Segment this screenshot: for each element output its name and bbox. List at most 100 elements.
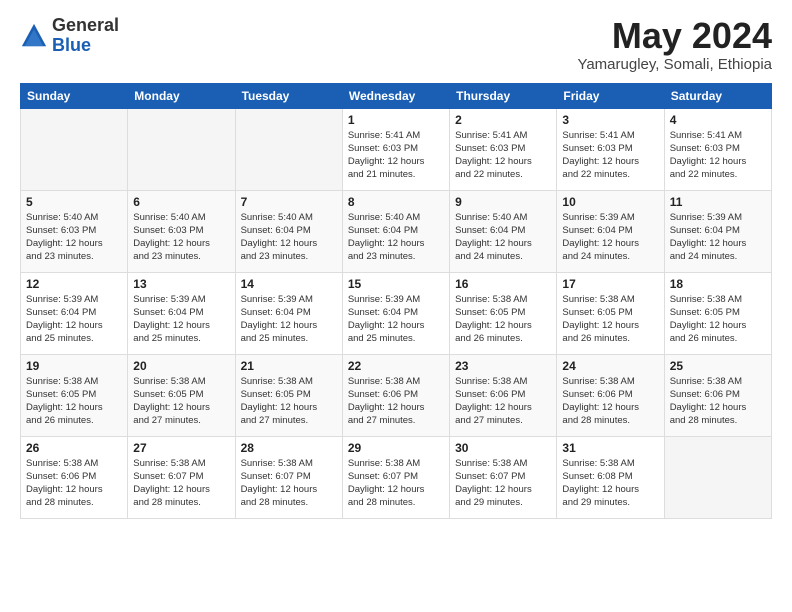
day-number: 7 <box>241 195 337 209</box>
calendar-week-3: 12 Sunrise: 5:39 AMSunset: 6:04 PMDayligh… <box>21 272 772 354</box>
day-info: Sunrise: 5:39 AMSunset: 6:04 PMDaylight:… <box>670 211 766 264</box>
table-row: 31 Sunrise: 5:38 AMSunset: 6:08 PMDayligh… <box>557 436 664 518</box>
day-info: Sunrise: 5:41 AMSunset: 6:03 PMDaylight:… <box>562 129 658 182</box>
day-info: Sunrise: 5:41 AMSunset: 6:03 PMDaylight:… <box>670 129 766 182</box>
day-info: Sunrise: 5:38 AMSunset: 6:06 PMDaylight:… <box>26 457 122 510</box>
day-info: Sunrise: 5:39 AMSunset: 6:04 PMDaylight:… <box>562 211 658 264</box>
day-number: 5 <box>26 195 122 209</box>
day-number: 19 <box>26 359 122 373</box>
logo: General Blue <box>20 16 119 56</box>
day-info: Sunrise: 5:40 AMSunset: 6:03 PMDaylight:… <box>26 211 122 264</box>
logo-icon <box>20 22 48 50</box>
day-info: Sunrise: 5:40 AMSunset: 6:04 PMDaylight:… <box>241 211 337 264</box>
day-info: Sunrise: 5:40 AMSunset: 6:04 PMDaylight:… <box>348 211 444 264</box>
table-row: 26 Sunrise: 5:38 AMSunset: 6:06 PMDayligh… <box>21 436 128 518</box>
day-info: Sunrise: 5:38 AMSunset: 6:07 PMDaylight:… <box>133 457 229 510</box>
day-info: Sunrise: 5:38 AMSunset: 6:06 PMDaylight:… <box>455 375 551 428</box>
table-row: 19 Sunrise: 5:38 AMSunset: 6:05 PMDayligh… <box>21 354 128 436</box>
day-info: Sunrise: 5:40 AMSunset: 6:03 PMDaylight:… <box>133 211 229 264</box>
calendar-week-2: 5 Sunrise: 5:40 AMSunset: 6:03 PMDaylight… <box>21 190 772 272</box>
header-saturday: Saturday <box>664 83 771 108</box>
table-row: 1 Sunrise: 5:41 AMSunset: 6:03 PMDaylight… <box>342 108 449 190</box>
day-info: Sunrise: 5:38 AMSunset: 6:06 PMDaylight:… <box>348 375 444 428</box>
day-number: 20 <box>133 359 229 373</box>
table-row: 28Sunrise: 5:38 AMSunset: 6:07 PMDayligh… <box>235 436 342 518</box>
table-row: 9 Sunrise: 5:40 AMSunset: 6:04 PMDaylight… <box>450 190 557 272</box>
header-monday: Monday <box>128 83 235 108</box>
day-number: 24 <box>562 359 658 373</box>
calendar-header-row: Sunday Monday Tuesday Wednesday Thursday… <box>21 83 772 108</box>
day-info: Sunrise: 5:41 AMSunset: 6:03 PMDaylight:… <box>455 129 551 182</box>
table-row <box>235 108 342 190</box>
day-info: Sunrise: 5:38 AMSunset: 6:05 PMDaylight:… <box>133 375 229 428</box>
day-number: 30 <box>455 441 551 455</box>
table-row: 16Sunrise: 5:38 AMSunset: 6:05 PMDayligh… <box>450 272 557 354</box>
table-row: 21Sunrise: 5:38 AMSunset: 6:05 PMDayligh… <box>235 354 342 436</box>
day-number: 26 <box>26 441 122 455</box>
day-number: 27 <box>133 441 229 455</box>
day-number: 21 <box>241 359 337 373</box>
day-number: 9 <box>455 195 551 209</box>
table-row: 20 Sunrise: 5:38 AMSunset: 6:05 PMDayligh… <box>128 354 235 436</box>
day-number: 18 <box>670 277 766 291</box>
day-number: 4 <box>670 113 766 127</box>
day-number: 31 <box>562 441 658 455</box>
table-row: 25Sunrise: 5:38 AMSunset: 6:06 PMDayligh… <box>664 354 771 436</box>
table-row: 11 Sunrise: 5:39 AMSunset: 6:04 PMDayligh… <box>664 190 771 272</box>
day-info: Sunrise: 5:38 AMSunset: 6:05 PMDaylight:… <box>670 293 766 346</box>
day-info: Sunrise: 5:38 AMSunset: 6:05 PMDaylight:… <box>26 375 122 428</box>
day-number: 17 <box>562 277 658 291</box>
table-row: 15Sunrise: 5:39 AMSunset: 6:04 PMDayligh… <box>342 272 449 354</box>
header-wednesday: Wednesday <box>342 83 449 108</box>
day-info: Sunrise: 5:40 AMSunset: 6:04 PMDaylight:… <box>455 211 551 264</box>
day-number: 29 <box>348 441 444 455</box>
logo-general-text: General <box>52 15 119 35</box>
day-info: Sunrise: 5:38 AMSunset: 6:05 PMDaylight:… <box>562 293 658 346</box>
title-block: May 2024 Yamarugley, Somali, Ethiopia <box>577 16 772 73</box>
day-info: Sunrise: 5:39 AMSunset: 6:04 PMDaylight:… <box>133 293 229 346</box>
table-row: 12 Sunrise: 5:39 AMSunset: 6:04 PMDayligh… <box>21 272 128 354</box>
header-sunday: Sunday <box>21 83 128 108</box>
calendar-week-1: 1 Sunrise: 5:41 AMSunset: 6:03 PMDaylight… <box>21 108 772 190</box>
table-row <box>21 108 128 190</box>
table-row: 30 Sunrise: 5:38 AMSunset: 6:07 PMDayligh… <box>450 436 557 518</box>
table-row: 10 Sunrise: 5:39 AMSunset: 6:04 PMDayligh… <box>557 190 664 272</box>
table-row: 4 Sunrise: 5:41 AMSunset: 6:03 PMDaylight… <box>664 108 771 190</box>
day-number: 16 <box>455 277 551 291</box>
table-row: 3Sunrise: 5:41 AMSunset: 6:03 PMDaylight… <box>557 108 664 190</box>
day-number: 12 <box>26 277 122 291</box>
day-info: Sunrise: 5:41 AMSunset: 6:03 PMDaylight:… <box>348 129 444 182</box>
day-number: 28 <box>241 441 337 455</box>
day-number: 11 <box>670 195 766 209</box>
day-number: 1 <box>348 113 444 127</box>
day-number: 15 <box>348 277 444 291</box>
table-row: 2 Sunrise: 5:41 AMSunset: 6:03 PMDaylight… <box>450 108 557 190</box>
day-number: 22 <box>348 359 444 373</box>
table-row: 27 Sunrise: 5:38 AMSunset: 6:07 PMDayligh… <box>128 436 235 518</box>
calendar-table: Sunday Monday Tuesday Wednesday Thursday… <box>20 83 772 519</box>
day-number: 10 <box>562 195 658 209</box>
table-row: 14Sunrise: 5:39 AMSunset: 6:04 PMDayligh… <box>235 272 342 354</box>
day-number: 2 <box>455 113 551 127</box>
table-row: 23 Sunrise: 5:38 AMSunset: 6:06 PMDayligh… <box>450 354 557 436</box>
table-row: 5 Sunrise: 5:40 AMSunset: 6:03 PMDaylight… <box>21 190 128 272</box>
day-info: Sunrise: 5:38 AMSunset: 6:08 PMDaylight:… <box>562 457 658 510</box>
day-number: 23 <box>455 359 551 373</box>
page: General Blue May 2024 Yamarugley, Somali… <box>0 0 792 612</box>
day-info: Sunrise: 5:38 AMSunset: 6:07 PMDaylight:… <box>348 457 444 510</box>
day-info: Sunrise: 5:39 AMSunset: 6:04 PMDaylight:… <box>26 293 122 346</box>
table-row: 22 Sunrise: 5:38 AMSunset: 6:06 PMDayligh… <box>342 354 449 436</box>
day-info: Sunrise: 5:38 AMSunset: 6:07 PMDaylight:… <box>455 457 551 510</box>
table-row: 8 Sunrise: 5:40 AMSunset: 6:04 PMDaylight… <box>342 190 449 272</box>
calendar-week-4: 19 Sunrise: 5:38 AMSunset: 6:05 PMDayligh… <box>21 354 772 436</box>
day-info: Sunrise: 5:38 AMSunset: 6:06 PMDaylight:… <box>670 375 766 428</box>
logo-blue-text: Blue <box>52 35 91 55</box>
table-row: 29 Sunrise: 5:38 AMSunset: 6:07 PMDayligh… <box>342 436 449 518</box>
header: General Blue May 2024 Yamarugley, Somali… <box>20 16 772 73</box>
table-row <box>128 108 235 190</box>
location-subtitle: Yamarugley, Somali, Ethiopia <box>577 56 772 73</box>
table-row <box>664 436 771 518</box>
calendar-week-5: 26 Sunrise: 5:38 AMSunset: 6:06 PMDayligh… <box>21 436 772 518</box>
table-row: 18 Sunrise: 5:38 AMSunset: 6:05 PMDayligh… <box>664 272 771 354</box>
day-number: 8 <box>348 195 444 209</box>
